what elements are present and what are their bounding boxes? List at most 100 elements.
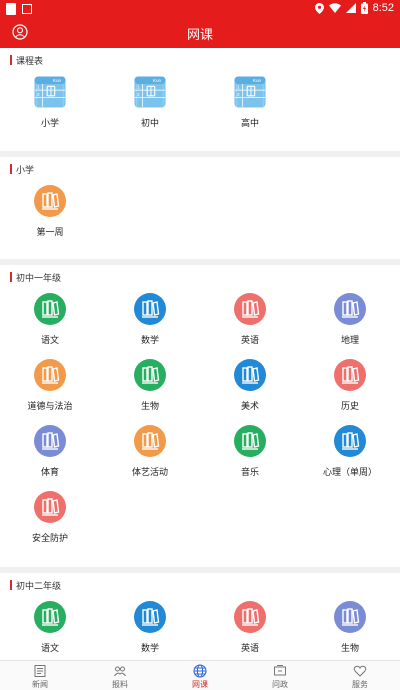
- section-marker: [10, 164, 12, 174]
- item-label: 音乐: [240, 468, 259, 478]
- item-label: 高中: [240, 119, 259, 129]
- section-title: 小学: [16, 165, 35, 176]
- book-icon: [234, 359, 266, 391]
- item-label: 道德与法治: [27, 402, 73, 412]
- schedule-section: 课程表 Kun 1 2 小学 Kun 1 2 初中 Kun 1 2 高中: [0, 48, 400, 157]
- section-title: 课程表: [16, 56, 44, 67]
- heart-icon: [353, 665, 367, 677]
- item-label: 语文: [40, 336, 59, 346]
- book-icon: [234, 601, 266, 633]
- course-item[interactable]: 音乐: [200, 421, 300, 487]
- top-nav: 网课: [0, 18, 400, 48]
- course-item[interactable]: 英语: [200, 289, 300, 355]
- book-icon: [134, 359, 166, 391]
- course-item[interactable]: 语文: [0, 597, 100, 660]
- course-item[interactable]: 体育: [0, 421, 100, 487]
- book-icon: [334, 601, 366, 633]
- course-item[interactable]: 心理（单周）: [300, 421, 400, 487]
- signal-icon: [345, 3, 356, 13]
- location-icon: [314, 2, 324, 14]
- section-header: 初中一年级: [0, 265, 400, 289]
- page-title: 网课: [186, 28, 213, 43]
- book-icon: [34, 359, 66, 391]
- section-marker: [10, 272, 12, 282]
- globe-icon: [193, 664, 207, 678]
- tab-label: 新闻: [32, 680, 48, 689]
- schedule-entry[interactable]: Kun 1 2 初中: [100, 72, 200, 144]
- status-bar: 8:52: [0, 0, 400, 18]
- tab-label: 服务: [352, 680, 368, 689]
- section-header: 小学: [0, 157, 400, 181]
- book-icon: [334, 425, 366, 457]
- grade7-section: 初中一年级 语文 数学 英语 地理道德与法治 生物 美术 历史体育 体艺活动 音乐 心理（单周） 安…: [0, 265, 400, 573]
- tab-news[interactable]: 新闻: [0, 661, 80, 690]
- course-item[interactable]: 数学: [100, 289, 200, 355]
- tab-globe[interactable]: 网课: [160, 661, 240, 690]
- course-item[interactable]: 语文: [0, 289, 100, 355]
- course-item[interactable]: 生物: [100, 355, 200, 421]
- grade8-section: 初中二年级 语文 数学 英语 生物: [0, 573, 400, 660]
- book-icon: [334, 359, 366, 391]
- item-label: 数学: [140, 336, 159, 346]
- item-label: 体艺活动: [131, 468, 168, 478]
- svg-text:Kun: Kun: [253, 78, 262, 83]
- item-label: 生物: [340, 644, 359, 654]
- news-icon: [34, 665, 46, 677]
- item-label: 英语: [240, 336, 259, 346]
- item-label: 美术: [240, 402, 259, 412]
- book-icon: [34, 185, 66, 217]
- course-item[interactable]: 历史: [300, 355, 400, 421]
- schedule-entry[interactable]: Kun 1 2 小学: [0, 72, 100, 144]
- book-icon: [134, 293, 166, 325]
- schedule-entry[interactable]: Kun 1 2 高中: [200, 72, 300, 144]
- primary-section: 小学 第一周: [0, 157, 400, 265]
- course-item[interactable]: 生物: [300, 597, 400, 660]
- course-item[interactable]: 数学: [100, 597, 200, 660]
- book-icon: [334, 293, 366, 325]
- item-label: 小学: [40, 119, 59, 129]
- book-icon: [234, 425, 266, 457]
- item-label: 初中: [140, 119, 159, 129]
- schedule-icon: Kun12: [234, 76, 266, 108]
- course-item[interactable]: 英语: [200, 597, 300, 660]
- book-icon: [134, 601, 166, 633]
- course-item[interactable]: 道德与法治: [0, 355, 100, 421]
- section-header: 初中二年级: [0, 573, 400, 597]
- section-header: 课程表: [0, 48, 400, 72]
- book-icon: [34, 491, 66, 523]
- section-title: 初中二年级: [16, 581, 62, 592]
- book-icon: [234, 293, 266, 325]
- item-label: 心理（单周）: [322, 468, 377, 478]
- item-label: 地理: [340, 336, 359, 346]
- item-label: 体育: [40, 468, 59, 478]
- course-item[interactable]: 美术: [200, 355, 300, 421]
- battery-icon: [360, 2, 368, 14]
- book-icon: [34, 601, 66, 633]
- svg-text:Kun: Kun: [53, 78, 62, 83]
- tab-label: 报料: [112, 680, 128, 689]
- tab-report[interactable]: 报料: [80, 661, 160, 690]
- tab-heart[interactable]: 服务: [320, 661, 400, 690]
- item-label: 英语: [240, 644, 259, 654]
- item-label: 第一周: [36, 228, 64, 238]
- item-label: 数学: [140, 644, 159, 654]
- course-item[interactable]: 地理: [300, 289, 400, 355]
- svg-text:Kun: Kun: [153, 78, 162, 83]
- bottom-tab-bar: 新闻 报料 网课 问政 服务: [0, 660, 400, 690]
- report-icon: [114, 666, 126, 677]
- image-notification-icon: [22, 4, 32, 14]
- section-marker: [10, 55, 12, 65]
- schedule-icon: Kun12: [134, 76, 166, 108]
- schedule-icon: Kun12: [34, 76, 66, 108]
- tab-inquiry[interactable]: 问政: [240, 661, 320, 690]
- main-content[interactable]: 课程表 Kun 1 2 小学 Kun 1 2 初中 Kun 1 2 高中 小学 第一周 初中一年级 语…: [0, 48, 400, 660]
- tab-label: 网课: [192, 680, 208, 689]
- course-item[interactable]: 第一周: [0, 181, 100, 247]
- section-marker: [10, 580, 12, 590]
- item-label: 语文: [40, 644, 59, 654]
- course-item[interactable]: 体艺活动: [100, 421, 200, 487]
- item-label: 安全防护: [31, 534, 68, 544]
- book-icon: [134, 425, 166, 457]
- course-item[interactable]: 安全防护: [0, 487, 100, 553]
- section-title: 初中一年级: [16, 273, 62, 284]
